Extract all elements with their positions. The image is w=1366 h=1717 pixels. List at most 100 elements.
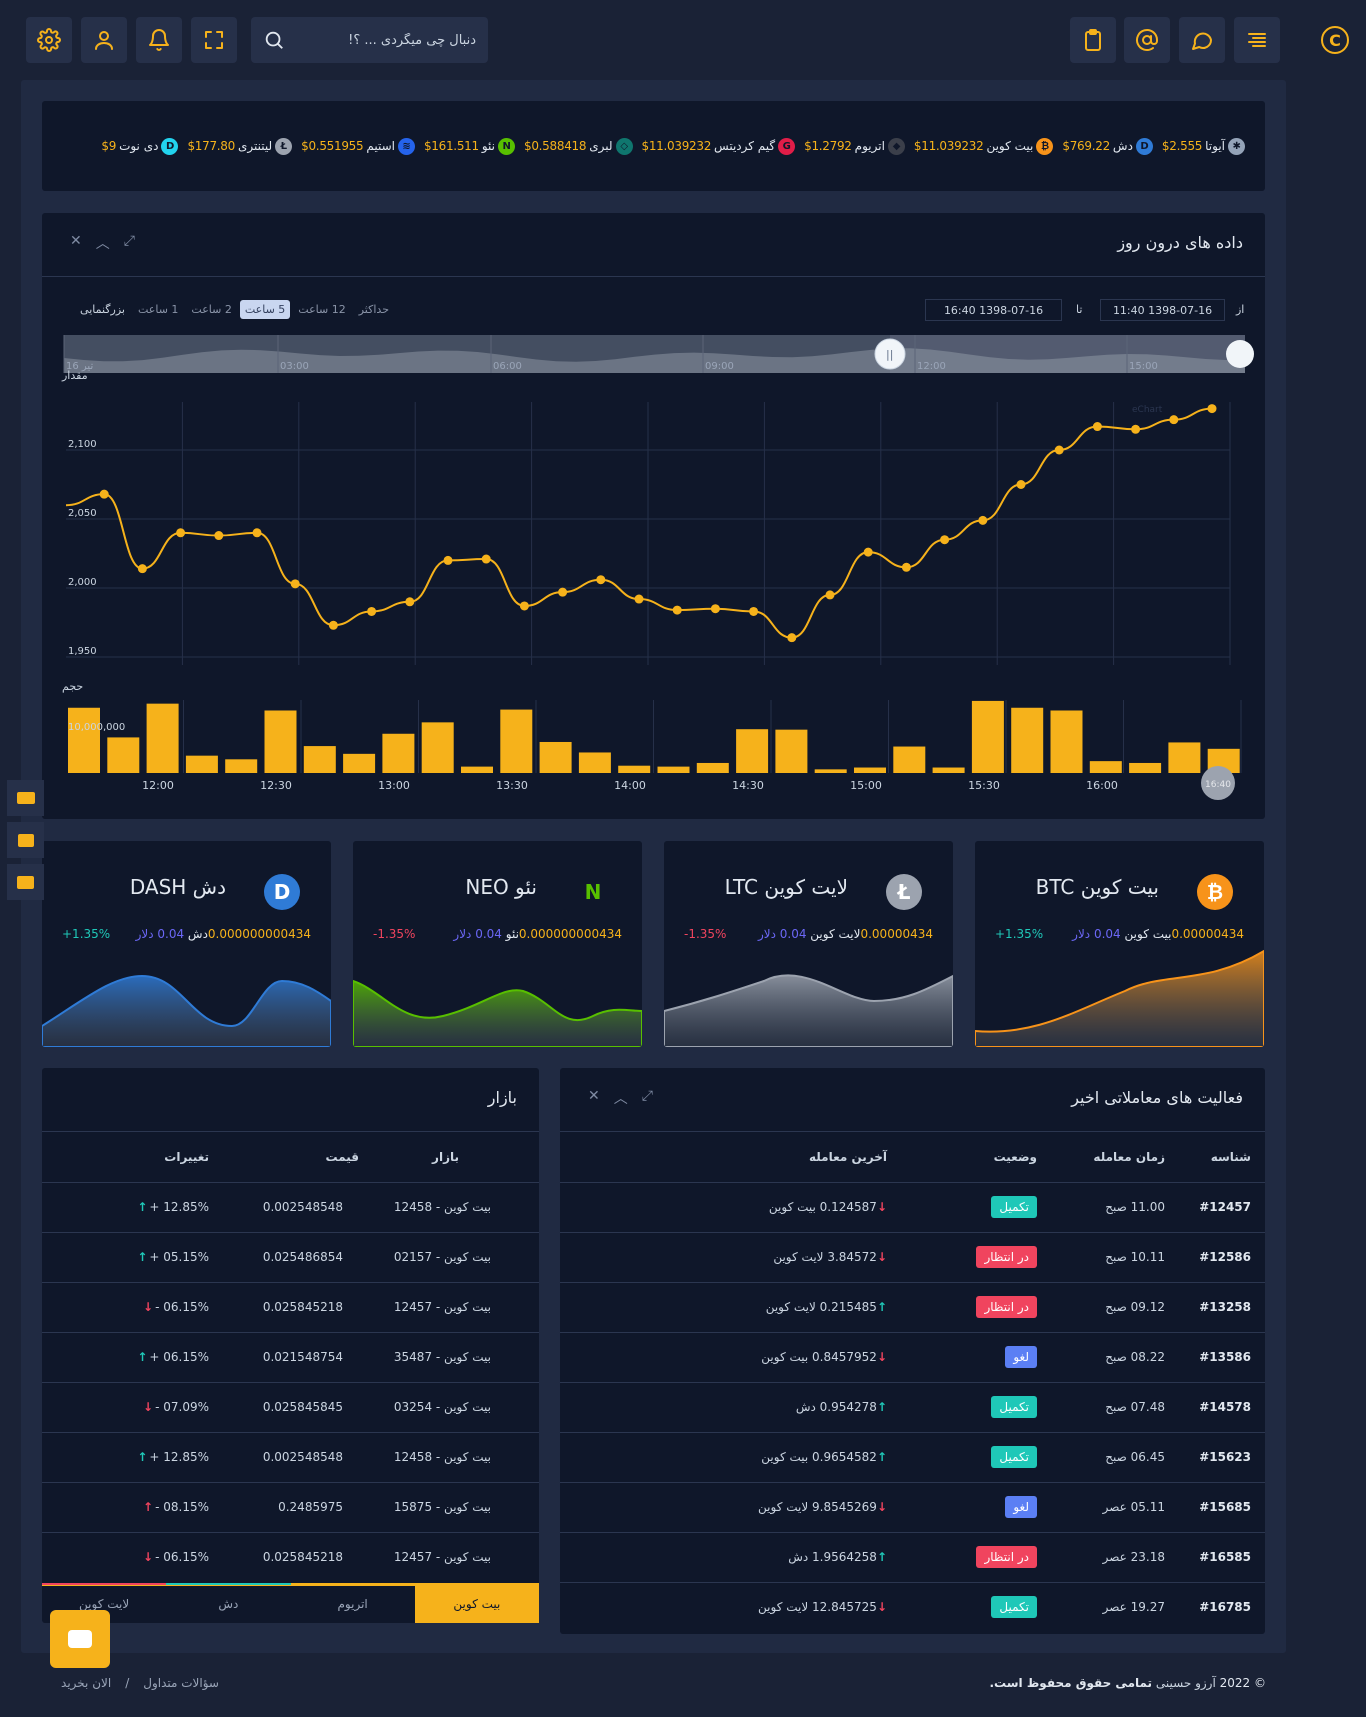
price-point[interactable] bbox=[290, 579, 300, 589]
brand-logo[interactable]: C bbox=[1321, 26, 1349, 54]
price-point[interactable] bbox=[252, 528, 262, 538]
date-from-input[interactable]: 11:40 1398-07-16 bbox=[1100, 299, 1225, 321]
activity-row[interactable]: #16585 23.18 عصر در انتظار ↑1.9564258 دش bbox=[560, 1531, 1265, 1582]
price-point[interactable] bbox=[1054, 445, 1064, 455]
ticker-item[interactable]: D دی نوت $9 bbox=[101, 137, 179, 155]
volume-bar[interactable] bbox=[1050, 710, 1083, 773]
sidebar-chat-button[interactable] bbox=[7, 864, 44, 900]
price-point[interactable] bbox=[176, 528, 186, 538]
price-point[interactable] bbox=[443, 555, 453, 565]
price-point[interactable] bbox=[1092, 422, 1102, 432]
close-icon[interactable]: ✕ bbox=[588, 1088, 600, 1108]
search-box[interactable] bbox=[251, 17, 488, 63]
activity-row[interactable]: #12457 11.00 صبح تکمیل ↓0.124587 بیت کوین bbox=[560, 1181, 1265, 1232]
coin-card-btc[interactable]: ₿ بیت کوین BTC 0.00000434بیت کوین 0.04 دلا… bbox=[975, 841, 1264, 1047]
activity-row[interactable]: #14578 07.48 صبح تکمیل ↑0.954278 دش bbox=[560, 1381, 1265, 1432]
market-tab[interactable]: بیت کوین bbox=[414, 1583, 539, 1623]
ticker-item[interactable]: ✱ آیوتا $2.555 bbox=[1162, 137, 1245, 155]
activity-row[interactable]: #12586 10.11 صبح در انتظار ↓3.84572 لایت کو… bbox=[560, 1231, 1265, 1282]
volume-bar[interactable] bbox=[814, 769, 847, 773]
volume-bar[interactable] bbox=[303, 746, 336, 773]
volume-bar[interactable] bbox=[1168, 742, 1201, 773]
price-point[interactable] bbox=[481, 554, 491, 564]
ticker-item[interactable]: ₿ بیت کوین $11.039232 bbox=[914, 137, 1054, 155]
collapse-icon[interactable]: ︿ bbox=[614, 1088, 628, 1108]
price-point[interactable] bbox=[825, 590, 835, 600]
notifications-button[interactable] bbox=[136, 17, 182, 63]
price-point[interactable] bbox=[596, 575, 606, 585]
fullscreen-button[interactable] bbox=[191, 17, 237, 63]
price-point[interactable] bbox=[1169, 415, 1179, 425]
zoom-option[interactable]: 5 ساعت bbox=[239, 300, 291, 319]
volume-bar[interactable] bbox=[775, 729, 808, 773]
price-point[interactable] bbox=[672, 605, 682, 615]
activity-row[interactable]: #13258 09.12 صبح در انتظار ↑0.215485 لایت ک… bbox=[560, 1281, 1265, 1332]
volume-bar[interactable] bbox=[893, 746, 926, 773]
clipboard-button[interactable] bbox=[1070, 17, 1116, 63]
settings-button[interactable] bbox=[26, 17, 72, 63]
price-point[interactable] bbox=[519, 601, 529, 611]
price-point[interactable] bbox=[978, 515, 988, 525]
volume-bar[interactable] bbox=[225, 759, 258, 773]
coin-card-ltc[interactable]: Ł لایت کوین LTC 0.00000434لایت کوین 0.04 د… bbox=[664, 841, 953, 1047]
maximize-icon[interactable]: ⤢ bbox=[642, 1088, 653, 1108]
activity-row[interactable]: #15623 06.45 صبح تکمیل ↑0.9654582 بیت کوین bbox=[560, 1431, 1265, 1482]
volume-bar[interactable] bbox=[1129, 762, 1162, 773]
volume-bar[interactable] bbox=[107, 737, 140, 773]
activity-row[interactable]: #15685 05.11 عصر لغو ↓9.8545269 لایت کوین bbox=[560, 1481, 1265, 1532]
zoom-option[interactable]: 1 ساعت bbox=[133, 300, 183, 319]
market-row[interactable]: بیت کوین - 02157 0.025486854 + 05.15%↑ bbox=[42, 1231, 539, 1282]
volume-bar[interactable] bbox=[696, 762, 729, 773]
volume-bar[interactable] bbox=[578, 752, 611, 773]
price-point[interactable] bbox=[863, 547, 873, 557]
zoom-option[interactable]: 12 ساعت bbox=[293, 300, 350, 319]
volume-bar[interactable] bbox=[657, 766, 690, 773]
volume-bar[interactable] bbox=[264, 710, 297, 773]
price-point[interactable] bbox=[710, 604, 720, 614]
market-row[interactable]: بیت کوین - 35487 0.021548754 + 06.15%↑ bbox=[42, 1331, 539, 1382]
volume-bar[interactable] bbox=[736, 729, 769, 773]
copyright-author[interactable]: آرزو حسینی bbox=[1156, 1676, 1216, 1690]
market-row[interactable]: بیت کوین - 15875 0.2485975- 08.15%↑ bbox=[42, 1481, 539, 1532]
market-tab[interactable]: دش bbox=[166, 1583, 291, 1623]
zoom-option[interactable]: حداکثر bbox=[354, 300, 394, 319]
zoom-option[interactable]: 2 ساعت bbox=[186, 300, 236, 319]
sidebar-image-button[interactable] bbox=[7, 822, 44, 858]
volume-bar[interactable] bbox=[146, 703, 179, 773]
volume-bar[interactable] bbox=[185, 755, 218, 773]
market-row[interactable]: بیت کوین - 03254 0.025845845- 07.09%↓ bbox=[42, 1381, 539, 1432]
maximize-icon[interactable]: ⤢ bbox=[124, 233, 135, 253]
volume-bar[interactable] bbox=[343, 753, 376, 773]
sidebar-wallet-button[interactable] bbox=[7, 780, 44, 816]
navigator-handle-right[interactable] bbox=[1226, 340, 1254, 368]
volume-bar[interactable] bbox=[1011, 707, 1044, 773]
ticker-item[interactable]: D دش $769.22 bbox=[1062, 137, 1153, 155]
email-button[interactable] bbox=[1124, 17, 1170, 63]
volume-bar[interactable] bbox=[421, 722, 454, 773]
coin-card-dash[interactable]: D دش DASH 0.000000000434دش 0.04 دلار +1.35% bbox=[42, 841, 331, 1047]
ticker-item[interactable]: N نئو $161.511 bbox=[424, 137, 515, 155]
price-point[interactable] bbox=[214, 531, 224, 541]
search-icon[interactable] bbox=[263, 29, 285, 51]
price-point[interactable] bbox=[558, 587, 568, 597]
price-point[interactable] bbox=[940, 535, 950, 545]
volume-bar[interactable] bbox=[1089, 761, 1122, 773]
volume-bar[interactable] bbox=[971, 700, 1004, 773]
ticker-item[interactable]: ≋ استیم $0.551955 bbox=[301, 137, 415, 155]
ticker-item[interactable]: ◇ لبری $0.588418 bbox=[524, 137, 633, 155]
collapse-icon[interactable]: ︿ bbox=[96, 233, 110, 253]
price-point[interactable] bbox=[367, 606, 377, 616]
price-point[interactable] bbox=[787, 633, 797, 643]
price-point[interactable] bbox=[1207, 404, 1217, 414]
market-row[interactable]: بیت کوین - 12458 0.002548548 + 12.85%↑ bbox=[42, 1431, 539, 1482]
volume-bar[interactable] bbox=[68, 707, 100, 773]
volume-bar[interactable] bbox=[539, 741, 572, 773]
price-point[interactable] bbox=[99, 489, 109, 499]
activity-row[interactable]: #16785 19.27 عصر تکمیل ↓12.845725 لایت کوین bbox=[560, 1581, 1265, 1632]
search-input[interactable] bbox=[285, 32, 476, 48]
market-tab[interactable]: اتریوم bbox=[290, 1583, 415, 1623]
volume-bar[interactable] bbox=[618, 765, 651, 773]
ticker-item[interactable]: G گیم کردیتس $11.039232 bbox=[642, 137, 796, 155]
volume-bar[interactable] bbox=[461, 766, 493, 773]
activity-row[interactable]: #13586 08.22 صبح لغو ↓0.8457952 بیت کوین bbox=[560, 1331, 1265, 1382]
